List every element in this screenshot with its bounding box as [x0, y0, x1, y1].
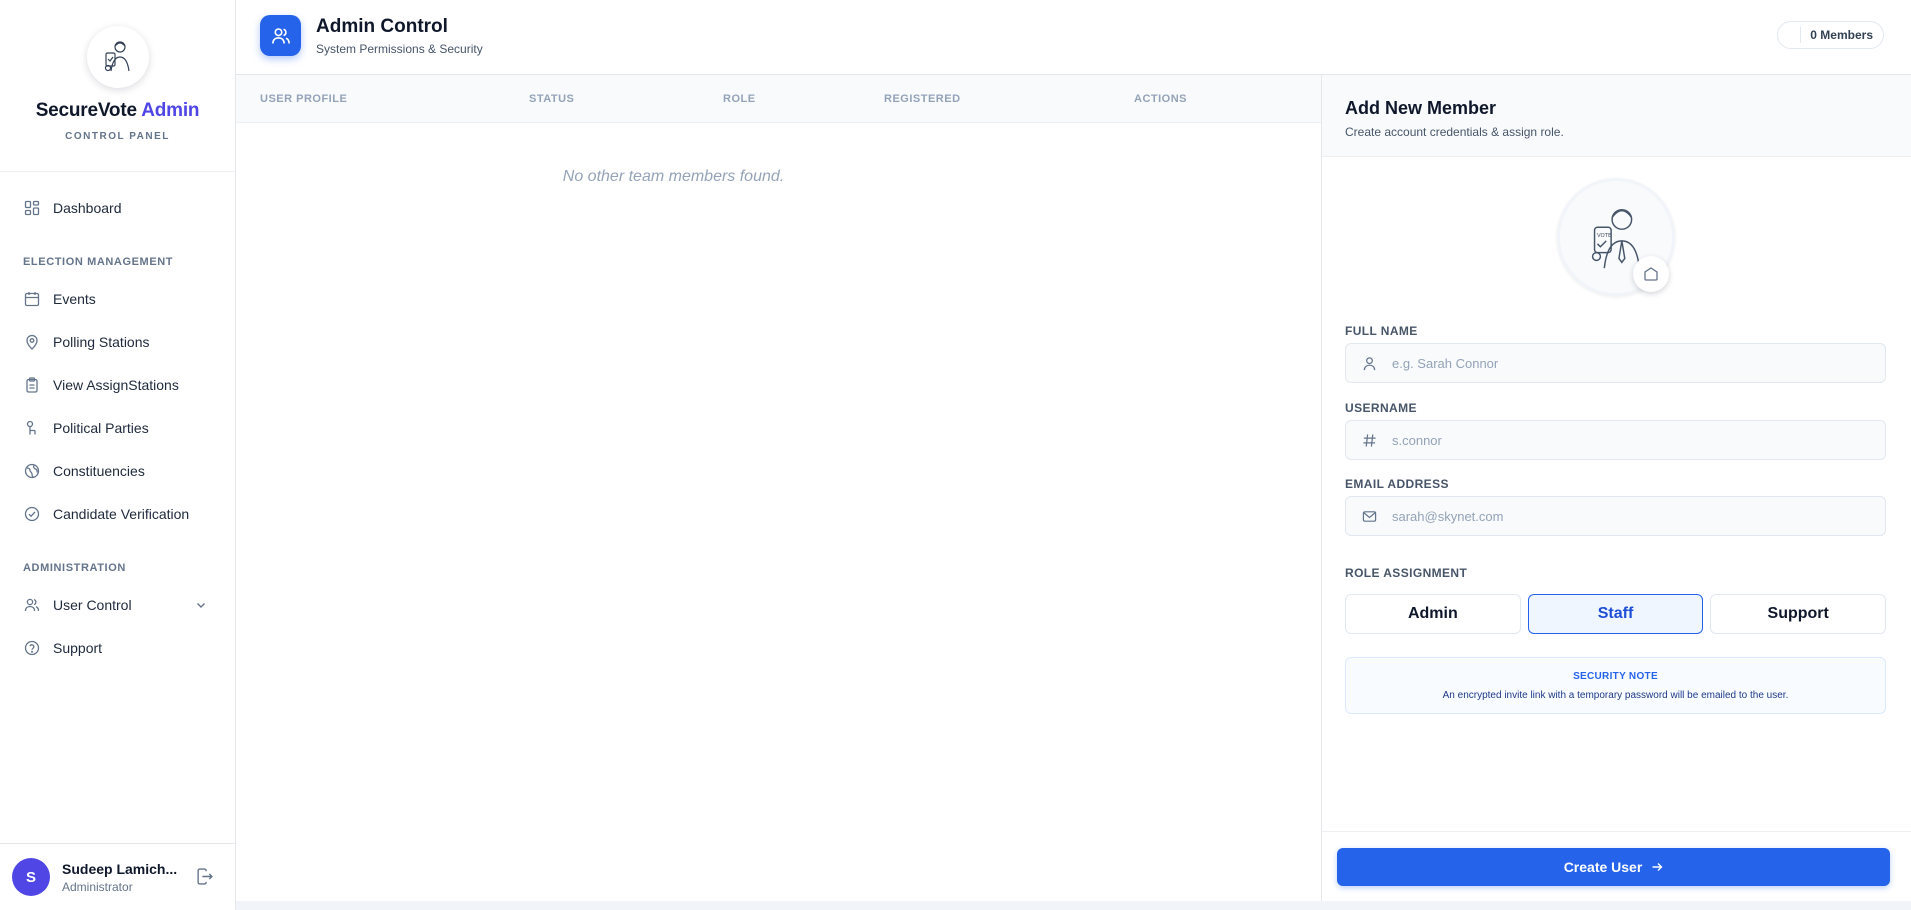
panel-header: Add New Member Create account credential… — [1322, 75, 1911, 157]
create-user-button[interactable]: Create User — [1337, 848, 1890, 886]
nav-section-administration: ADMINISTRATION — [23, 562, 126, 574]
calendar-icon — [24, 291, 40, 307]
sidebar-item-label: Dashboard — [53, 199, 122, 216]
page-header: Admin Control System Permissions & Secur… — [236, 0, 1911, 75]
clipboard-icon — [24, 376, 40, 393]
voter-logo-icon — [104, 41, 130, 72]
role-assignment-label: ROLE ASSIGNMENT — [1345, 566, 1468, 580]
security-note: SECURITY NOTE An encrypted invite link w… — [1345, 657, 1886, 714]
email-field[interactable] — [1345, 496, 1886, 536]
help-circle-icon — [24, 640, 40, 656]
avatar[interactable]: S — [12, 858, 50, 896]
sidebar-item-events[interactable]: Events — [0, 277, 235, 320]
username-input[interactable] — [1392, 432, 1872, 448]
column-header-role: ROLE — [723, 93, 756, 105]
role-selector: Admin Staff Support — [1345, 594, 1887, 634]
sidebar-item-label: Constituencies — [53, 462, 145, 479]
empty-state-message: No other team members found. — [562, 168, 785, 185]
sidebar-item-label: Polling Stations — [53, 333, 150, 350]
role-support-button[interactable]: Support — [1710, 594, 1887, 634]
sidebar-item-label: Candidate Verification — [53, 505, 190, 522]
column-header-registered: REGISTERED — [884, 93, 961, 105]
column-header-user-profile: USER PROFILE — [260, 93, 348, 105]
bottom-strip — [236, 901, 1911, 910]
sidebar-item-label: Support — [53, 639, 103, 656]
user-role: Administrator — [62, 879, 133, 894]
page-title: Admin Control — [316, 16, 448, 37]
column-header-status: STATUS — [529, 93, 575, 105]
members-count: 0 Members — [1810, 28, 1873, 42]
globe-icon — [24, 463, 40, 479]
sidebar-item-support[interactable]: Support — [0, 626, 235, 669]
nav-section-election: ELECTION MANAGEMENT — [23, 256, 174, 268]
username-label: USERNAME — [1345, 401, 1417, 415]
users-icon — [260, 15, 301, 56]
sidebar-item-label: Events — [53, 290, 96, 307]
sidebar-item-label: User Control — [53, 596, 132, 613]
create-user-label: Create User — [1563, 859, 1643, 875]
sidebar-nav: Dashboard ELECTION MANAGEMENT Events Pol… — [0, 172, 235, 669]
brand-title: SecureVote Admin — [35, 100, 200, 121]
brand-subtitle: CONTROL PANEL — [65, 131, 170, 142]
column-header-actions: ACTIONS — [1134, 93, 1187, 105]
flag-icon — [24, 420, 40, 436]
user-icon — [1346, 356, 1392, 371]
badge-divider — [1800, 27, 1802, 43]
security-note-text: An encrypted invite link with a temporar… — [1442, 690, 1789, 701]
role-admin-button[interactable]: Admin — [1345, 594, 1521, 634]
sidebar: SecureVote Admin CONTROL PANEL Dashboard… — [0, 0, 236, 910]
sidebar-item-political-parties[interactable]: Political Parties — [0, 406, 235, 449]
email-label: EMAIL ADDRESS — [1345, 477, 1449, 491]
user-name: Sudeep Lamich... — [62, 860, 178, 877]
camera-icon[interactable] — [1633, 256, 1669, 292]
add-member-panel: Add New Member Create account credential… — [1322, 75, 1911, 901]
panel-title: Add New Member — [1345, 98, 1497, 118]
sidebar-item-user-control[interactable]: User Control — [0, 583, 235, 626]
members-count-badge: 0 Members — [1777, 21, 1884, 49]
members-table: USER PROFILE STATUS ROLE REGISTERED ACTI… — [236, 75, 1322, 901]
email-input[interactable] — [1392, 508, 1872, 524]
user-profile-card: S Sudeep Lamich... Administrator — [0, 843, 235, 910]
user-meta: Sudeep Lamich... Administrator — [62, 861, 177, 894]
arrow-right-icon — [1651, 861, 1663, 873]
page-subtitle: System Permissions & Security — [316, 42, 483, 56]
sidebar-item-label: View AssignStations — [53, 376, 179, 393]
users-icon — [24, 597, 40, 613]
check-circle-icon — [24, 506, 40, 522]
panel-footer: Create User — [1322, 831, 1911, 901]
vote-badge-text: VOTE — [1597, 233, 1612, 239]
sidebar-item-polling-stations[interactable]: Polling Stations — [0, 320, 235, 363]
dashboard-icon — [24, 200, 40, 216]
brand-logo — [86, 26, 149, 88]
table-header: USER PROFILE STATUS ROLE REGISTERED ACTI… — [236, 75, 1321, 123]
sidebar-item-dashboard[interactable]: Dashboard — [0, 186, 235, 229]
security-note-title: SECURITY NOTE — [1573, 671, 1658, 682]
mail-icon — [1346, 509, 1392, 524]
sidebar-item-candidate-verification[interactable]: Candidate Verification — [0, 492, 235, 535]
sidebar-item-constituencies[interactable]: Constituencies — [0, 449, 235, 492]
hash-icon — [1346, 433, 1392, 448]
chevron-down-icon[interactable] — [195, 598, 207, 614]
logout-icon[interactable] — [196, 868, 213, 890]
full-name-label: FULL NAME — [1345, 324, 1418, 338]
full-name-field[interactable] — [1345, 343, 1886, 383]
sidebar-item-assign-stations[interactable]: View AssignStations — [0, 363, 235, 406]
panel-subtitle: Create account credentials & assign role… — [1345, 125, 1564, 139]
full-name-input[interactable] — [1392, 355, 1872, 371]
sidebar-item-label: Political Parties — [53, 419, 149, 436]
role-staff-button[interactable]: Staff — [1527, 594, 1704, 634]
brand: SecureVote Admin CONTROL PANEL — [0, 0, 235, 172]
map-pin-icon — [24, 334, 40, 350]
username-field[interactable] — [1345, 420, 1886, 460]
